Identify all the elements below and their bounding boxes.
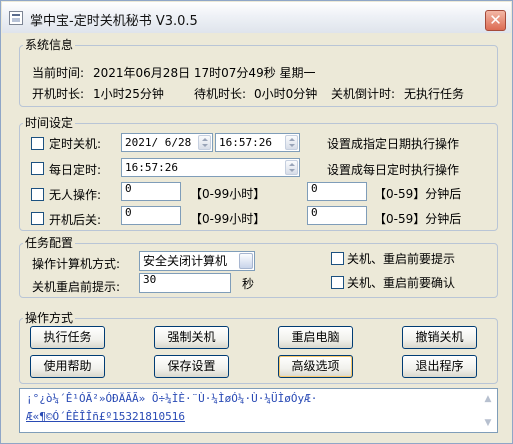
reminder-unit: 秒 [242, 277, 255, 291]
title-bar[interactable]: 掌中宝-定时关机秘书 V3.0.5 ✕ [2, 2, 511, 33]
idle-hours-input[interactable]: 0 [121, 182, 181, 201]
mode-select[interactable]: 安全关闭计算机 [139, 251, 255, 271]
scroll-up-icon[interactable]: ▲ [481, 391, 495, 407]
time-spin-icon[interactable] [285, 135, 298, 150]
reminder-seconds-input[interactable]: 30 [139, 273, 231, 293]
date-spin-icon[interactable] [198, 135, 211, 150]
daily-label: 每日定时: [49, 163, 102, 177]
message-line-2[interactable]: Æ«¶©Ó´ÊÈÎÎñ£º15321810516 [26, 410, 185, 423]
current-time-value: 2021年06月28日 17时07分49秒 星期一 [93, 66, 316, 80]
idle-minutes-input[interactable]: 0 [307, 182, 367, 201]
countdown-value: 无执行任务 [404, 87, 465, 101]
save-settings-button[interactable]: 保存设置 [154, 355, 229, 378]
app-icon [9, 11, 23, 25]
idle-minutes-range: 【0-59】分钟后 [374, 187, 462, 201]
reminder-label: 关机重启前提示: [32, 280, 121, 294]
daily-time-picker[interactable]: 16:57:26 [121, 158, 300, 177]
scheduled-shutdown-hint: 设置成指定日期执行操作 [327, 137, 460, 151]
daily-time-value: 16:57:26 [125, 161, 178, 174]
idle-action-checkbox[interactable] [31, 188, 44, 201]
message-line-1[interactable]: ¡°¿ò¼´Ê¹ÓÃ²»ÓÐÄÃÃ» Ö÷¼ÌÈ·¨Ù·¼ÌøÓ¼·Ù·¼ÜÌø… [26, 392, 317, 405]
confirm-option-checkbox[interactable] [331, 276, 344, 289]
close-button[interactable]: ✕ [485, 10, 506, 31]
dropdown-icon[interactable] [239, 253, 253, 269]
execute-task-button[interactable]: 执行任务 [30, 326, 105, 349]
scheduled-shutdown-checkbox[interactable] [31, 137, 44, 150]
scheduled-time-value: 16:57:26 [219, 136, 272, 149]
boot-hours-range: 【0-99小时】 [190, 212, 266, 226]
close-icon: ✕ [489, 11, 502, 29]
boot-minutes-range: 【0-59】分钟后 [374, 212, 462, 226]
advanced-options-button[interactable]: 高级选项 [278, 355, 353, 378]
uptime-value: 1小时25分钟 [93, 87, 164, 101]
scheduled-date-value: 2021/ 6/28 [125, 136, 192, 149]
boot-hours-input[interactable]: 0 [121, 206, 181, 225]
mode-label: 操作计算机方式: [32, 257, 121, 271]
main-window: 掌中宝-定时关机秘书 V3.0.5 ✕ 系统信息 当前时间: 2021年06月2… [0, 0, 513, 444]
uptime-label: 开机时长: [32, 87, 85, 101]
after-boot-checkbox[interactable] [31, 212, 44, 225]
force-shutdown-button[interactable]: 强制关机 [154, 326, 229, 349]
prompt-option-checkbox[interactable] [331, 252, 344, 265]
time-settings-legend: 时间设定 [23, 116, 76, 130]
daily-spin-icon[interactable] [285, 160, 298, 175]
idle-action-label: 无人操作: [49, 188, 102, 202]
idle-hours-range: 【0-99小时】 [190, 187, 266, 201]
mode-selected-value: 安全关闭计算机 [143, 254, 228, 268]
daily-hint: 设置成每日定时执行操作 [327, 163, 460, 177]
actions-legend: 操作方式 [23, 311, 76, 325]
restart-button[interactable]: 重启电脑 [278, 326, 353, 349]
help-button[interactable]: 使用帮助 [30, 355, 105, 378]
task-config-legend: 任务配置 [23, 236, 76, 250]
countdown-label: 关机倒计时: [331, 87, 396, 101]
idle-label: 待机时长: [194, 87, 247, 101]
window-title: 掌中宝-定时关机秘书 V3.0.5 [30, 14, 198, 29]
after-boot-label: 开机后关: [49, 213, 102, 227]
cancel-shutdown-button[interactable]: 撤销关机 [402, 326, 477, 349]
scheduled-shutdown-label: 定时关机: [49, 137, 102, 151]
idle-value: 0小时0分钟 [254, 87, 318, 101]
scheduled-time-picker[interactable]: 16:57:26 [215, 133, 300, 152]
exit-button[interactable]: 退出程序 [402, 355, 477, 378]
daily-checkbox[interactable] [31, 162, 44, 175]
prompt-option-label: 关机、重启前要提示 [347, 252, 456, 266]
current-time-label: 当前时间: [32, 66, 85, 80]
confirm-option-label: 关机、重启前要确认 [347, 276, 456, 290]
system-info-legend: 系统信息 [23, 38, 76, 52]
scroll-down-icon[interactable]: ▼ [481, 415, 495, 431]
boot-minutes-input[interactable]: 0 [307, 206, 367, 225]
message-box[interactable]: ¡°¿ò¼´Ê¹ÓÃ²»ÓÐÄÃÃ» Ö÷¼ÌÈ·¨Ù·¼ÌøÓ¼·Ù·¼ÜÌø… [19, 388, 498, 433]
scheduled-date-picker[interactable]: 2021/ 6/28 [121, 133, 213, 152]
